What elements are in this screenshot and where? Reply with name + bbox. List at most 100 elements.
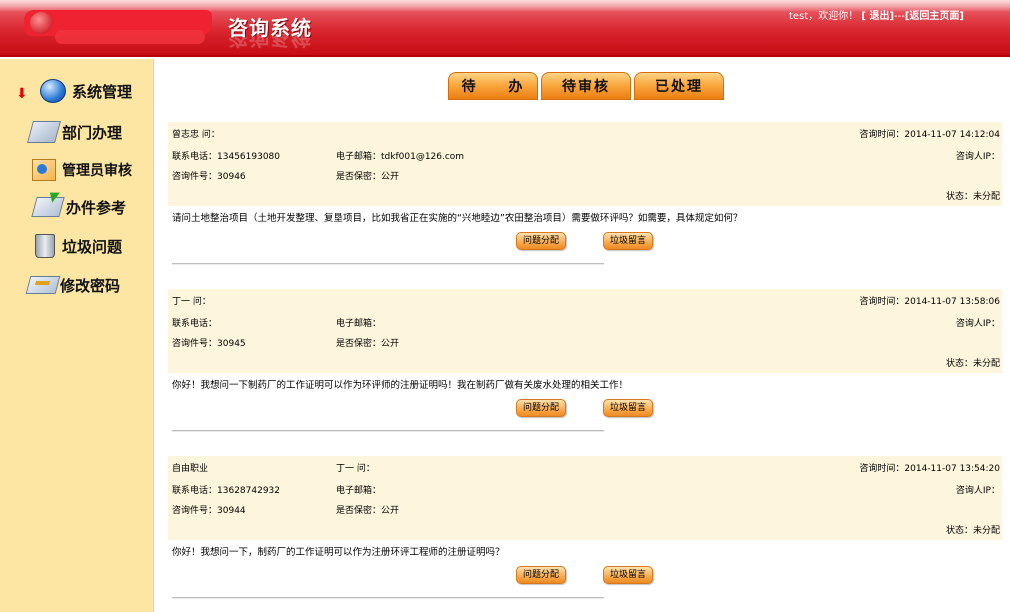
secret-line: 是否保密：公开 (336, 169, 399, 182)
sidebar-item-label: 修改密码 (60, 276, 121, 295)
assign-question-button[interactable]: 问题分配 (516, 232, 567, 250)
secret-label: 是否保密： (336, 339, 382, 349)
record-info-panel: 丁一 问： 咨询时间：2014-11-07 13:58:06 联系电话： 电子邮… (168, 289, 1002, 373)
sidebar-item-admin-review[interactable]: 管理员审核 (24, 155, 132, 185)
asker-name: 曾志忠 (172, 130, 200, 140)
consultation-record: 自由职业 丁一 问： 咨询时间：2014-11-07 13:54:20 联系电话… (168, 456, 1002, 599)
asker-name: 丁一 (336, 464, 355, 474)
assign-question-button[interactable]: 问题分配 (516, 566, 567, 584)
asker-line: 丁一 问： (172, 294, 211, 307)
mark-spam-button[interactable]: 垃圾留言 (603, 232, 654, 250)
status-line: 状态：未分配 (946, 189, 1000, 202)
secret-value: 公开 (381, 339, 400, 349)
email-label: 电子邮箱： (336, 152, 382, 162)
question-text: 请问土地整治项目（土地开发整理、复垦项目，比如我省正在实施的“兴地睦边”农田整治… (172, 213, 743, 224)
ip-label: 咨询人IP： (955, 152, 1000, 162)
email-value: tdkf001@126.com (381, 152, 465, 162)
secret-value: 公开 (381, 506, 400, 516)
sidebar-item-label: 部门办理 (62, 123, 123, 142)
question-text: 你好！我想问一下，制药厂的工作证明可以作为注册环评工程师的注册证明吗？ (172, 547, 505, 558)
tab-processed[interactable]: 已处理 (634, 72, 724, 100)
case-no-value: 30946 (217, 172, 246, 182)
logout-link[interactable]: [ 退出] (861, 11, 894, 22)
consultation-record: 曾志忠 问： 咨询时间：2014-11-07 14:12:04 联系电话：134… (168, 122, 1002, 265)
link-divider: --- (894, 11, 905, 22)
secret-label: 是否保密： (336, 506, 382, 516)
time-value: 2014-11-07 13:58:06 (904, 297, 1000, 307)
mark-spam-button[interactable]: 垃圾留言 (603, 399, 654, 417)
ip-line: 咨询人IP： (956, 149, 1000, 162)
tab-pending[interactable]: 待 办 (448, 72, 538, 100)
time-line: 咨询时间：2014-11-07 13:58:06 (859, 294, 1000, 307)
globe-icon (34, 77, 70, 105)
ask-label: 问： (192, 297, 211, 307)
document-icon (24, 118, 61, 146)
case-no-label: 咨询件号： (172, 506, 218, 516)
phone-value: 13628742932 (217, 486, 281, 496)
assign-question-button[interactable]: 问题分配 (516, 399, 567, 417)
record-info-panel: 自由职业 丁一 问： 咨询时间：2014-11-07 13:54:20 联系电话… (168, 456, 1002, 540)
status-line: 状态：未分配 (946, 356, 1000, 369)
phone-line: 联系电话： (172, 316, 217, 329)
tab-awaiting-review[interactable]: 待审核 (541, 72, 631, 100)
header-banner: 咨询系统 咨询系统 test，欢迎你！ [ 退出]---[返回主页面] (0, 0, 1010, 57)
top-links: test，欢迎你！ [ 退出]---[返回主页面] (789, 7, 964, 22)
asker-line: 丁一 问： (336, 461, 375, 474)
occupation-text: 自由职业 (172, 464, 209, 474)
status-label: 状态： (945, 192, 973, 202)
trash-bin-icon (24, 232, 60, 260)
secret-label: 是否保密： (336, 172, 382, 182)
asker-name: 丁一 (172, 297, 191, 307)
record-divider (172, 263, 604, 265)
mark-spam-button[interactable]: 垃圾留言 (603, 566, 654, 584)
sidebar-item-label: 办件参考 (66, 198, 127, 217)
case-no-value: 30945 (217, 339, 246, 349)
time-line: 咨询时间：2014-11-07 13:54:20 (859, 461, 1000, 474)
case-no-line: 咨询件号：30946 (172, 169, 246, 182)
record-divider (172, 597, 604, 599)
sidebar-item-label: 垃圾问题 (62, 237, 123, 256)
time-label: 咨询时间： (859, 464, 905, 474)
phone-value: 13456193080 (217, 152, 281, 162)
email-label: 电子邮箱： (336, 486, 382, 496)
logo-globe-icon (30, 12, 52, 34)
sidebar-item-case-reference[interactable]: 办件参考 (28, 192, 126, 222)
redacted-logo-shadow (55, 30, 205, 44)
phone-line: 联系电话：13456193080 (172, 149, 280, 162)
secret-value: 公开 (381, 172, 400, 182)
sidebar: ⬇ 系统管理 部门办理 管理员审核 办件参考 垃圾问题 修改密码 (0, 59, 154, 612)
status-tabs: 待 办 待审核 已处理 (448, 72, 724, 100)
status-value: 未分配 (972, 192, 1000, 202)
sidebar-item-label: 系统管理 (72, 82, 133, 101)
phone-label: 联系电话： (172, 486, 218, 496)
ip-line: 咨询人IP： (956, 316, 1000, 329)
consultation-record: 丁一 问： 咨询时间：2014-11-07 13:58:06 联系电话： 电子邮… (168, 289, 1002, 432)
key-icon (22, 271, 61, 299)
case-no-line: 咨询件号：30944 (172, 503, 246, 516)
case-no-line: 咨询件号：30945 (172, 336, 246, 349)
sidebar-item-system-management[interactable]: 系统管理 (34, 76, 132, 106)
case-no-value: 30944 (217, 506, 246, 516)
secret-line: 是否保密：公开 (336, 503, 399, 516)
sidebar-item-trash[interactable]: 垃圾问题 (24, 231, 122, 261)
phone-label: 联系电话： (172, 152, 218, 162)
ip-label: 咨询人IP： (955, 319, 1000, 329)
question-text: 你好！我想问一下制药厂的工作证明可以作为环评师的注册证明吗！我在制药厂做有关废水… (172, 380, 629, 391)
back-home-link[interactable]: [返回主页面] (905, 11, 964, 22)
status-value: 未分配 (972, 526, 1000, 536)
email-label: 电子邮箱： (336, 319, 382, 329)
status-label: 状态： (945, 526, 973, 536)
sidebar-item-department[interactable]: 部门办理 (24, 117, 122, 147)
time-line: 咨询时间：2014-11-07 14:12:04 (859, 127, 1000, 140)
download-doc-icon (28, 193, 65, 221)
app-title-reflection: 咨询系统 (228, 34, 312, 50)
email-line: 电子邮箱：tdkf001@126.com (336, 149, 464, 162)
status-line: 状态：未分配 (946, 523, 1000, 536)
sidebar-item-change-password[interactable]: 修改密码 (22, 270, 120, 300)
case-no-label: 咨询件号： (172, 339, 218, 349)
ip-line: 咨询人IP： (956, 483, 1000, 496)
email-line: 电子邮箱： (336, 483, 381, 496)
phone-label: 联系电话： (172, 319, 218, 329)
ip-label: 咨询人IP： (955, 486, 1000, 496)
asker-line: 曾志忠 问： (172, 127, 220, 140)
